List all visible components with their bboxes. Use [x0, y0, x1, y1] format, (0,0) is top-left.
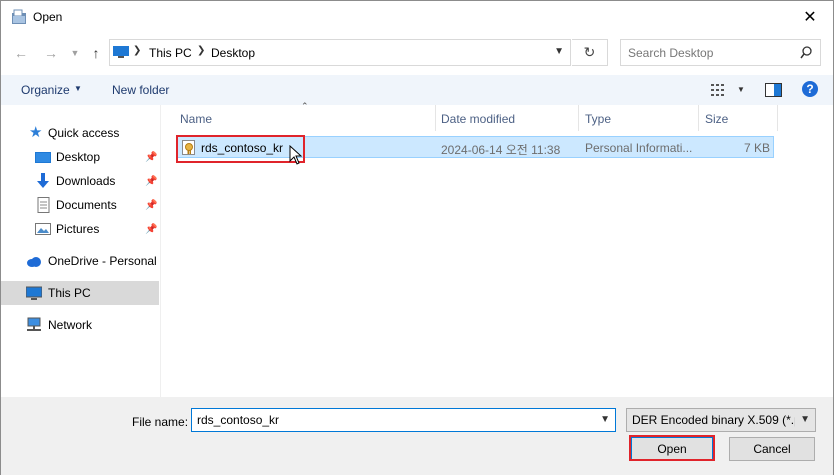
- file-type-value: DER Encoded binary X.509 (*.pfx: [632, 413, 795, 427]
- column-separator[interactable]: [435, 105, 436, 131]
- chevron-down-icon: ▼: [70, 48, 80, 58]
- search-icon: [800, 46, 812, 59]
- file-list-header: Name Date modified Type Size: [172, 105, 778, 131]
- column-header-name[interactable]: Name: [180, 112, 212, 126]
- up-arrow-icon: ↑: [92, 45, 100, 61]
- breadcrumb-this-pc[interactable]: This PC: [149, 46, 192, 60]
- column-header-type[interactable]: Type: [585, 112, 611, 126]
- file-name-field[interactable]: rds_contoso_kr ▼: [191, 408, 616, 432]
- column-header-date-modified[interactable]: Date modified: [441, 112, 515, 126]
- sidebar-item-label: This PC: [48, 286, 91, 300]
- sidebar-item-onedrive[interactable]: OneDrive - Personal: [1, 249, 159, 273]
- forward-arrow-icon: →: [44, 45, 58, 61]
- new-folder-button[interactable]: New folder: [112, 83, 169, 97]
- open-button-highlight-annotation: [629, 435, 715, 461]
- search-placeholder: Search Desktop: [628, 46, 714, 60]
- command-toolbar: Organize ▼ New folder ▼ ?: [1, 75, 833, 105]
- column-separator[interactable]: [698, 105, 699, 131]
- documents-icon: [37, 197, 50, 213]
- column-separator[interactable]: [578, 105, 579, 131]
- sidebar-item-downloads[interactable]: Downloads 📌: [1, 169, 159, 193]
- window-title: Open: [33, 10, 63, 24]
- search-input[interactable]: Search Desktop: [620, 39, 821, 66]
- sidebar-item-label: OneDrive - Personal: [48, 254, 157, 268]
- column-separator[interactable]: [777, 105, 778, 131]
- chevron-down-icon[interactable]: ▼: [737, 85, 745, 94]
- file-date-modified: 2024-06-14 오전 11:38: [441, 143, 561, 157]
- back-arrow-icon: ←: [14, 45, 28, 61]
- file-type: Personal Informati...: [585, 141, 693, 155]
- sidebar-item-desktop[interactable]: Desktop 📌: [1, 145, 159, 169]
- chevron-down-icon: ▼: [800, 414, 810, 425]
- sidebar-item-label: Documents: [56, 198, 117, 212]
- computer-icon: [26, 286, 42, 300]
- sidebar-item-label: Downloads: [56, 174, 116, 188]
- star-icon: ★: [29, 124, 43, 141]
- refresh-icon: ↻: [583, 44, 596, 60]
- sidebar-item-network[interactable]: Network: [1, 313, 159, 337]
- dialog-footer: File name: rds_contoso_kr ▼ DER Encoded …: [1, 397, 833, 475]
- sidebar-item-label: Quick access: [48, 126, 120, 140]
- cancel-button[interactable]: Cancel: [729, 437, 815, 461]
- sidebar-item-label: Desktop: [56, 150, 101, 164]
- file-size: 7 KB: [743, 141, 770, 155]
- back-button[interactable]: ←: [11, 43, 31, 63]
- this-pc-icon: [113, 46, 129, 58]
- chevron-down-icon: ▼: [74, 84, 82, 93]
- title-bar: Open ✕: [1, 1, 833, 33]
- pin-icon: 📌: [145, 199, 158, 211]
- pin-icon: 📌: [145, 223, 158, 235]
- close-button[interactable]: ✕: [787, 1, 833, 33]
- breadcrumb-desktop[interactable]: Desktop: [211, 46, 255, 60]
- sidebar-item-documents[interactable]: Documents 📌: [1, 193, 159, 217]
- address-bar[interactable]: ❯ This PC ❯ Desktop ▼: [109, 39, 571, 66]
- sidebar-item-this-pc[interactable]: This PC: [1, 281, 159, 305]
- file-highlight-annotation: [176, 135, 305, 163]
- navigation-pane: ★ Quick access Desktop 📌 Downloads 📌 Doc…: [1, 105, 161, 397]
- open-file-dialog: Open ✕ ← → ▼ ↑ ❯ This PC ❯ Desktop ▼ ↻ S…: [0, 0, 834, 475]
- pin-icon: 📌: [145, 151, 158, 163]
- help-icon[interactable]: ?: [802, 81, 818, 97]
- pictures-icon: [35, 223, 51, 235]
- refresh-button[interactable]: ↻: [572, 39, 608, 66]
- file-name-label: File name:: [132, 415, 189, 429]
- file-type-select[interactable]: DER Encoded binary X.509 (*.pfx ▼: [626, 408, 816, 432]
- breadcrumb-separator-icon: ❯: [133, 45, 142, 56]
- close-icon: ✕: [803, 9, 817, 26]
- open-dialog-icon: [12, 9, 26, 24]
- download-arrow-icon: [37, 173, 49, 188]
- view-options-icon[interactable]: [711, 84, 727, 96]
- organize-button[interactable]: Organize: [21, 83, 70, 97]
- pin-icon: 📌: [145, 175, 158, 187]
- sidebar-item-pictures[interactable]: Pictures 📌: [1, 217, 159, 241]
- recent-locations-button[interactable]: ▼: [65, 43, 85, 63]
- column-header-size[interactable]: Size: [705, 112, 728, 126]
- up-button[interactable]: ↑: [86, 43, 106, 63]
- preview-pane-icon[interactable]: [765, 83, 782, 97]
- chevron-down-icon[interactable]: ▼: [554, 46, 564, 57]
- pane-divider[interactable]: [160, 105, 161, 397]
- cloud-icon: [27, 257, 41, 267]
- network-icon: [27, 317, 41, 331]
- chevron-down-icon[interactable]: ▼: [600, 414, 610, 425]
- forward-button[interactable]: →: [41, 43, 61, 63]
- breadcrumb-separator-icon: ❯: [197, 45, 206, 56]
- mouse-cursor-icon: [289, 145, 303, 165]
- sidebar-item-label: Pictures: [56, 222, 100, 236]
- sidebar-item-quick-access[interactable]: ★ Quick access: [1, 121, 159, 145]
- desktop-folder-icon: [35, 152, 51, 163]
- sidebar-item-label: Network: [48, 318, 93, 332]
- file-name-value: rds_contoso_kr: [197, 413, 280, 427]
